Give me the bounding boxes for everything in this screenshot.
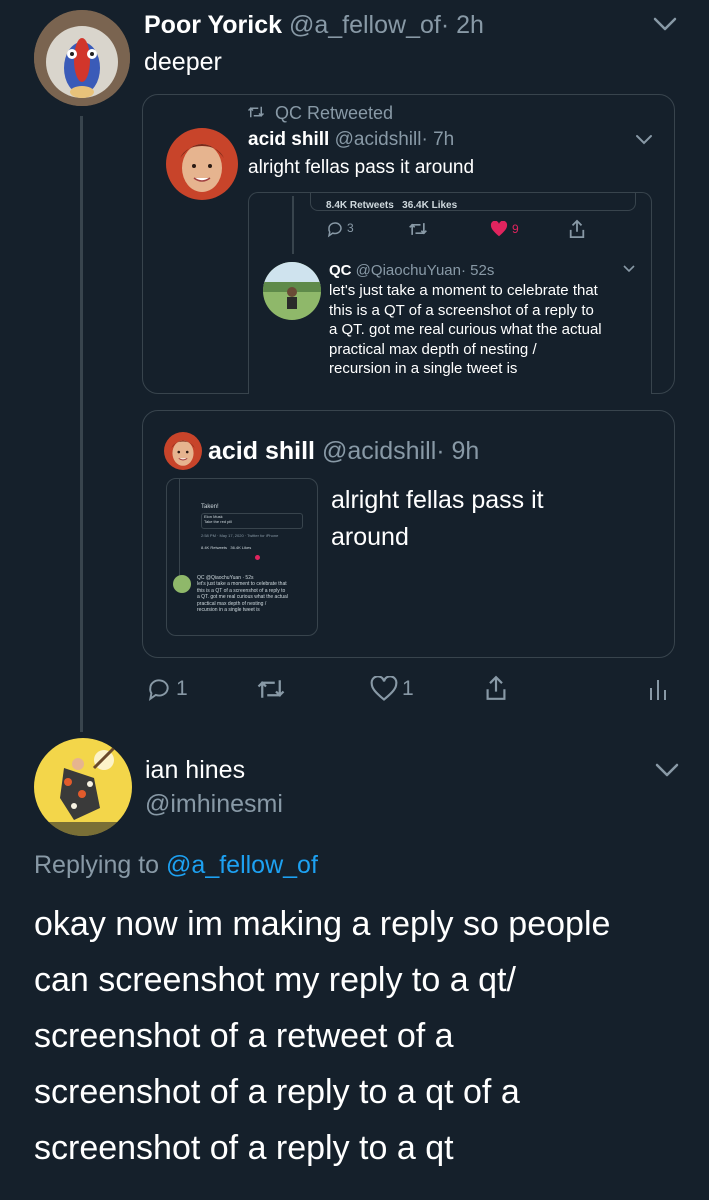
tweet2-text-line: screenshot of a retweet of a bbox=[34, 1017, 454, 1055]
thumb-thread-line bbox=[179, 479, 180, 579]
tweet1-chevron-down-icon[interactable] bbox=[652, 14, 678, 34]
tweet2-text-line: okay now im making a reply so people bbox=[34, 905, 611, 943]
thumb-stats: 8.4K Retweets 36.4K Likes bbox=[201, 545, 252, 550]
embed1-chevron-down-icon[interactable] bbox=[634, 132, 654, 146]
qc-text-line: let's just take a moment to celebrate th… bbox=[329, 282, 598, 299]
qc-header: QC @QiaochuYuan· 52s bbox=[329, 262, 494, 280]
embed2-text-line: around bbox=[331, 523, 409, 551]
thumb-like-icon bbox=[255, 555, 260, 560]
replying-to-link[interactable]: @a_fellow_of bbox=[166, 851, 318, 879]
qc-handle: @QiaochuYuan bbox=[355, 262, 461, 279]
tweet2-text-line: screenshot of a reply to a qt of a bbox=[34, 1073, 520, 1111]
like-count: 1 bbox=[402, 677, 414, 700]
thread-line bbox=[80, 116, 83, 732]
tweet2-chevron-down-icon[interactable] bbox=[654, 760, 680, 780]
embed1-name[interactable]: acid shill bbox=[248, 129, 329, 150]
screenshot-reply-icon bbox=[326, 220, 344, 238]
qc-text-line: practical max depth of nesting / bbox=[329, 340, 537, 358]
embed2-text-line: alright fellas pass it bbox=[331, 486, 544, 514]
screenshot-retweet-icon bbox=[408, 220, 428, 238]
tweet2-text-line: screenshot of a reply to a qt bbox=[34, 1129, 454, 1167]
tweet2-text: okay now im making a reply so people can… bbox=[34, 896, 610, 1176]
thumb-qc-line: let's just take a moment to celebrate th… bbox=[197, 581, 287, 588]
qc-text-line: this is a QT of a screenshot of a reply … bbox=[329, 301, 594, 319]
qc-time: · 52s bbox=[460, 262, 495, 279]
reply-count: 1 bbox=[176, 677, 188, 700]
screenshot-like-count: 9 bbox=[512, 222, 519, 236]
embed1-text: alright fellas pass it around bbox=[248, 157, 475, 178]
qc-chevron-down-icon bbox=[622, 264, 636, 274]
thumb-actions bbox=[201, 555, 301, 561]
tweet1-name[interactable]: Poor Yorick bbox=[144, 11, 282, 39]
thumb-qc-line: a QT. got me real curious what the actua… bbox=[197, 594, 288, 601]
tweet1-header: Poor Yorick @a_fellow_of· 2h bbox=[144, 10, 484, 40]
screenshot-share-icon bbox=[568, 219, 586, 239]
thumb-qc-text: QC @QiaochuYuan · 52s let's just take a … bbox=[197, 575, 288, 613]
tweet1-time[interactable]: · 2h bbox=[441, 11, 484, 39]
screenshot-reply-count: 3 bbox=[347, 221, 354, 235]
qc-name: QC bbox=[329, 262, 352, 279]
screenshot-thread-line bbox=[292, 196, 294, 254]
embed2-time[interactable]: · 9h bbox=[436, 437, 479, 465]
thumb-elon: Elon Musk Take the red pill bbox=[204, 514, 232, 524]
like-button[interactable]: 1 bbox=[370, 674, 420, 704]
tweet2-text-line: can screenshot my reply to a qt/ bbox=[34, 961, 516, 999]
replying-to-label: Replying to bbox=[34, 851, 167, 879]
embed2-text: alright fellas pass it around bbox=[331, 482, 544, 556]
embed2-name[interactable]: acid shill bbox=[208, 437, 315, 465]
acid-shill-small-avatar[interactable] bbox=[164, 432, 202, 470]
thumb-elon-text: Take the red pill bbox=[204, 519, 233, 524]
ian-hines-avatar[interactable] bbox=[34, 738, 132, 836]
screenshot-stats-text: 8.4K Retweets 36.4K Likes bbox=[326, 200, 458, 210]
analytics-button[interactable] bbox=[648, 676, 668, 702]
tweet2-handle[interactable]: @imhinesmi bbox=[145, 788, 283, 820]
qc-text-line: recursion in a single tweet is bbox=[329, 360, 518, 377]
screenshot-like-icon bbox=[490, 221, 508, 237]
embed2-handle[interactable]: @acidshill bbox=[322, 437, 436, 465]
embed1-handle[interactable]: @acidshill bbox=[335, 129, 422, 150]
qc-text-line: a QT. got me real curious what the actua… bbox=[329, 321, 602, 338]
tweet2-name[interactable]: ian hines bbox=[145, 754, 245, 786]
qc-avatar bbox=[263, 262, 321, 320]
thumb-qc-avatar bbox=[173, 575, 191, 593]
qc-text: let's just take a moment to celebrate th… bbox=[329, 281, 602, 379]
tweet1-handle[interactable]: @a_fellow_of bbox=[289, 11, 441, 39]
replying-to: Replying to @a_fellow_of bbox=[34, 849, 318, 881]
embed1-time[interactable]: · 7h bbox=[421, 129, 454, 150]
embed1-header: acid shill @acidshill· 7h bbox=[248, 128, 454, 152]
embed1-retweeted-by[interactable]: QC Retweeted bbox=[275, 102, 393, 124]
embed2-thumbnail[interactable]: Taken! Elon Musk Take the red pill 2:58 … bbox=[166, 478, 318, 636]
embed1-retweet-icon bbox=[247, 104, 265, 120]
tweet1-text: deeper bbox=[144, 48, 222, 76]
thumb-qc-line: recursion in a single tweet is bbox=[197, 607, 260, 614]
thumb-taken: Taken! bbox=[201, 504, 219, 510]
acid-shill-avatar[interactable] bbox=[166, 128, 238, 200]
retweet-button[interactable] bbox=[256, 676, 286, 702]
embed2-header: acid shill @acidshill· 9h bbox=[208, 436, 479, 466]
reply-button[interactable]: 1 bbox=[146, 674, 196, 704]
poor-yorick-avatar[interactable] bbox=[34, 10, 130, 106]
thumb-meta: 2:58 PM · May 17, 2020 · Twitter for iPh… bbox=[201, 533, 279, 538]
share-button[interactable] bbox=[484, 674, 508, 702]
